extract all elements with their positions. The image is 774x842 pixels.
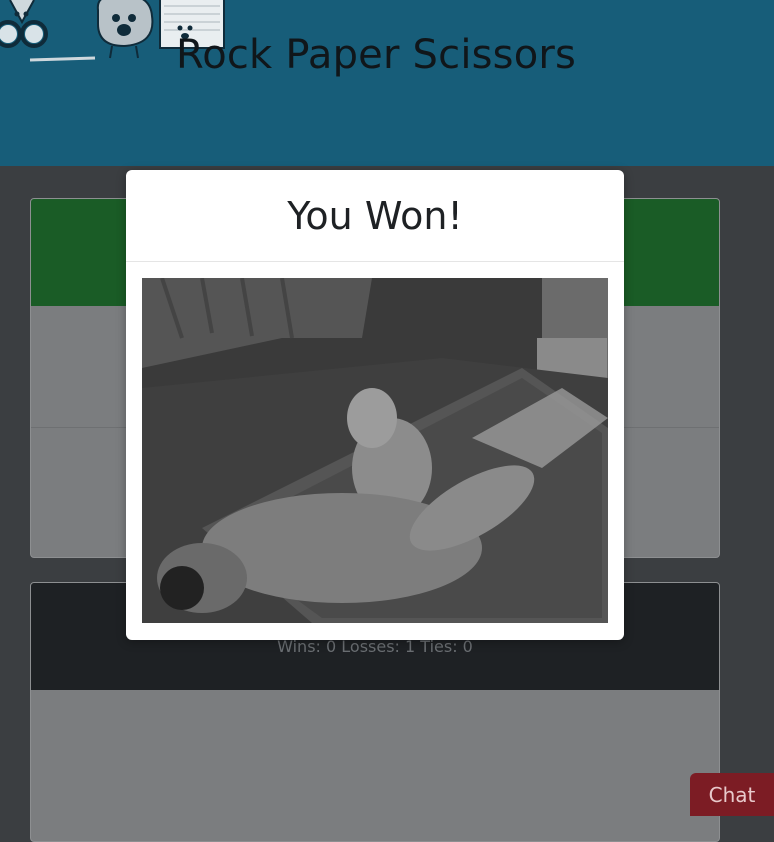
rock-character <box>96 0 154 59</box>
site-title: Rock Paper Scissors <box>176 32 577 78</box>
modal-title: You Won! <box>287 193 463 238</box>
modal-body <box>126 262 624 639</box>
result-modal[interactable]: You Won! <box>126 170 624 640</box>
site-header: Rock Paper Scissors <box>0 0 774 166</box>
modal-header: You Won! <box>126 170 624 262</box>
result-gif <box>142 278 608 623</box>
scissors-character <box>0 0 96 62</box>
chat-button[interactable]: Chat <box>690 773 774 816</box>
